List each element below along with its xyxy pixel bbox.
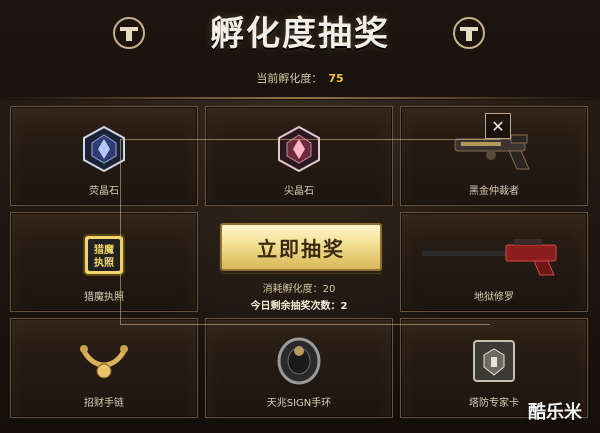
prize-label: 天兆SIGN手环 — [266, 398, 332, 409]
header: 孵化度抽奖 当前孵化度： 75 — [0, 0, 600, 100]
prize-label: 尖晶石 — [284, 186, 314, 197]
prize-card-0: 荧晶石 — [10, 106, 198, 206]
highlight-trail — [120, 324, 490, 325]
svg-text:猎魔: 猎魔 — [94, 243, 115, 256]
license-icon: 猎魔 执照 — [74, 227, 134, 283]
incubation-label: 当前孵化度： — [256, 72, 323, 85]
pink-crystal-icon — [269, 121, 329, 177]
wristband-icon — [269, 333, 329, 389]
svg-text:执照: 执照 — [94, 256, 114, 269]
emblem-right-icon — [453, 17, 485, 49]
page-title: 孵化度抽奖 — [210, 13, 390, 54]
highlight-trail — [120, 139, 121, 324]
prize-label: 黑金仲裁者 — [469, 186, 519, 197]
prize-card-1: 尖晶石 — [205, 106, 393, 206]
prize-label: 荧晶石 — [89, 186, 119, 197]
draw-now-button[interactable]: 立即抽奖 — [220, 223, 382, 271]
prize-card-4: 地狱修罗 — [400, 212, 588, 312]
remaining-draws-text: 今日剩余抽奖次数：2 — [250, 301, 348, 312]
event-panel: 孵化度抽奖 当前孵化度： 75 荧晶石 尖晶石 黑金仲裁者 猎魔 执照 猎魔执照… — [0, 0, 600, 433]
card-icon — [464, 333, 524, 389]
close-button[interactable]: ✕ — [485, 113, 511, 139]
prize-label: 招财手链 — [84, 398, 124, 409]
prize-grid: 荧晶石 尖晶石 黑金仲裁者 猎魔 执照 猎魔执照 立即抽奖 消耗孵化度：20 今… — [10, 106, 590, 428]
incubation-value: 75 — [328, 72, 344, 85]
prize-label: 猎魔执照 — [84, 292, 124, 303]
draw-panel: 立即抽奖 消耗孵化度：20 今日剩余抽奖次数：2 — [205, 212, 393, 312]
incubation-display: 当前孵化度： 75 — [0, 70, 600, 88]
watermark-logo: 酷乐米 — [528, 402, 582, 423]
prize-card-6: 天兆SIGN手环 — [205, 318, 393, 418]
bracelet-icon — [74, 333, 134, 389]
draw-now-label: 立即抽奖 — [257, 236, 345, 261]
prize-card-3: 猎魔 执照 猎魔执照 — [10, 212, 198, 312]
prize-label: 地狱修罗 — [474, 292, 514, 303]
header-divider — [0, 97, 600, 99]
highlight-trail — [120, 139, 500, 140]
cost-text: 消耗孵化度：20 — [262, 284, 336, 295]
prize-card-5: 招财手链 — [10, 318, 198, 418]
rifle-icon — [414, 227, 574, 283]
title-bar: 孵化度抽奖 — [150, 8, 450, 54]
blue-crystal-icon — [74, 121, 134, 177]
emblem-left-icon — [113, 17, 145, 49]
